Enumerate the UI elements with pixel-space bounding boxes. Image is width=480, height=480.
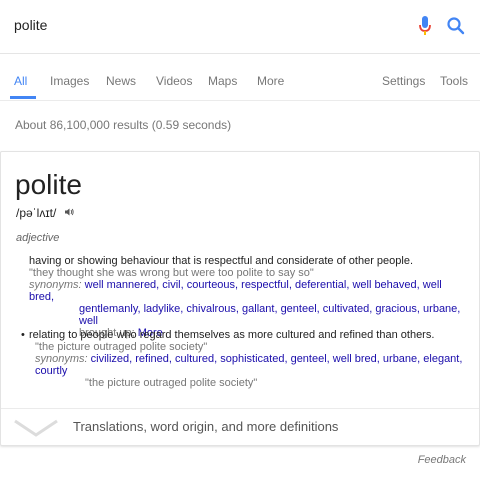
search-input[interactable]: polite [14,17,47,33]
tab-videos[interactable]: Videos [156,74,192,88]
sense-1-synonyms-cont: gentlemanly, ladylike, chivalrous, galla… [29,303,469,327]
more-definitions-row[interactable]: Translations, word origin, and more defi… [1,408,479,446]
sense-1-definition: having or showing behaviour that is resp… [29,255,414,267]
tab-settings[interactable]: Settings [382,74,425,88]
search-icon[interactable] [446,15,466,37]
bullet: • [21,329,25,341]
result-stats: About 86,100,000 results (0.59 seconds) [15,118,232,132]
sense-1-example: "they thought she was wrong but were too… [29,267,314,279]
synonyms-list[interactable]: well mannered, civil, courteous, respect… [29,279,442,303]
speaker-icon[interactable] [64,207,74,217]
sense-2-example: "the picture outraged polite society" [35,341,208,353]
tab-images[interactable]: Images [50,74,89,88]
sense-2-synonym-example: "the picture outraged polite society" [85,377,258,389]
tab-maps[interactable]: Maps [208,74,237,88]
tab-tools[interactable]: Tools [440,74,468,88]
dictionary-word: polite [15,169,82,200]
synonyms-list[interactable]: gentlemanly, ladylike, chivalrous, galla… [79,303,460,327]
sense-2-definition: relating to people who regard themselves… [29,329,435,341]
dictionary-card: polite /pəˈlʌɪt/ adjective having or sho… [0,151,480,446]
sense-2: • relating to people who regard themselv… [21,329,469,389]
sense-1-synonyms: synonyms: well mannered, civil, courteou… [29,279,469,303]
synonyms-label: synonyms: [29,279,82,291]
synonyms-list[interactable]: civilized, refined, cultured, sophistica… [35,353,462,377]
synonyms-label: synonyms: [35,353,88,365]
tab-more[interactable]: More [257,74,284,88]
chevron-down-icon [14,419,58,437]
more-definitions-label: Translations, word origin, and more defi… [73,419,339,434]
tab-all[interactable]: All [14,74,27,88]
search-bar: polite [0,0,480,54]
pronunciation: /pəˈlʌɪt/ [16,206,57,220]
sense-2-synonyms: synonyms: civilized, refined, cultured, … [29,353,469,377]
tab-news[interactable]: News [106,74,136,88]
search-tabs: All Images News Videos Maps More Setting… [0,54,480,101]
sense-1: having or showing behaviour that is resp… [29,255,469,339]
feedback-link[interactable]: Feedback [418,454,466,466]
microphone-icon[interactable] [418,15,432,37]
part-of-speech: adjective [16,232,60,244]
active-tab-indicator [10,96,36,99]
